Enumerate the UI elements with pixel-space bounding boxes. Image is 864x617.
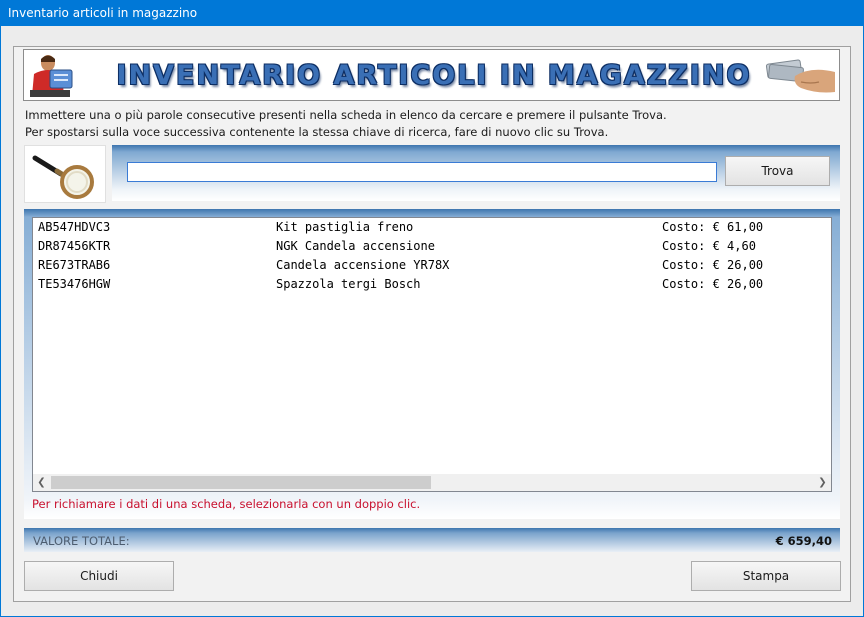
scrollbar-thumb[interactable] [51, 476, 431, 489]
total-label: VALORE TOTALE: [33, 534, 130, 548]
app-client-area: INVENTARIO ARTICOLI IN MAGAZZINO Immette… [1, 26, 863, 616]
main-panel: INVENTARIO ARTICOLI IN MAGAZZINO Immette… [13, 46, 851, 602]
chevron-left-icon[interactable]: ❮ [33, 474, 50, 491]
item-cost: Costo: € 26,00 [662, 258, 764, 272]
results-list[interactable]: AB547HDVC3 Kit pastiglia freno Costo: € … [32, 217, 832, 492]
instructions-line-2: Per spostarsi sulla voce successiva cont… [25, 125, 609, 139]
total-value: € 659,40 [775, 534, 832, 548]
item-code: AB547HDVC3 [38, 220, 111, 234]
list-item[interactable]: AB547HDVC3 Kit pastiglia freno Costo: € … [33, 218, 831, 237]
double-click-hint: Per richiamare i dati di una scheda, sel… [32, 497, 421, 511]
instructions: Immettere una o più parole consecutive p… [25, 107, 835, 141]
close-button[interactable]: Chiudi [24, 561, 174, 591]
item-code: RE673TRAB6 [38, 258, 111, 272]
item-cost: Costo: € 26,00 [662, 277, 764, 291]
results-panel: AB547HDVC3 Kit pastiglia freno Costo: € … [24, 209, 840, 519]
list-item[interactable]: TE53476HGW Spazzola tergi Bosch Costo: €… [33, 275, 831, 294]
search-input[interactable] [127, 162, 717, 182]
banner-title: INVENTARIO ARTICOLI IN MAGAZZINO [116, 60, 752, 91]
chevron-right-icon[interactable]: ❯ [814, 474, 831, 491]
instructions-line-1: Immettere una o più parole consecutive p… [25, 108, 667, 122]
magnifier-image [24, 145, 106, 203]
item-code: DR87456KTR [38, 239, 111, 253]
item-cost: Costo: € 61,00 [662, 220, 764, 234]
search-panel: Trova [112, 145, 840, 201]
list-item[interactable]: DR87456KTR NGK Candela accensione Costo:… [33, 237, 831, 256]
window-title: Inventario articoli in magazzino [0, 0, 864, 26]
results-rows: AB547HDVC3 Kit pastiglia freno Costo: € … [33, 218, 831, 474]
item-description: NGK Candela accensione [276, 239, 435, 253]
banner: INVENTARIO ARTICOLI IN MAGAZZINO [23, 49, 840, 101]
magnifying-glass-icon [32, 155, 94, 199]
item-description: Candela accensione YR78X [276, 258, 450, 272]
find-button[interactable]: Trova [725, 156, 830, 186]
list-item[interactable]: RE673TRAB6 Candela accensione YR78X Cost… [33, 256, 831, 275]
item-cost: Costo: € 4,60 [662, 239, 756, 253]
total-bar: VALORE TOTALE: € 659,40 [24, 528, 840, 552]
item-description: Kit pastiglia freno [276, 220, 414, 234]
hand-with-money-icon [765, 59, 835, 93]
item-code: TE53476HGW [38, 277, 111, 291]
print-button[interactable]: Stampa [691, 561, 841, 591]
horizontal-scrollbar[interactable]: ❮ ❯ [33, 474, 831, 491]
worker-with-clipboard-icon [30, 55, 73, 97]
item-description: Spazzola tergi Bosch [276, 277, 421, 291]
